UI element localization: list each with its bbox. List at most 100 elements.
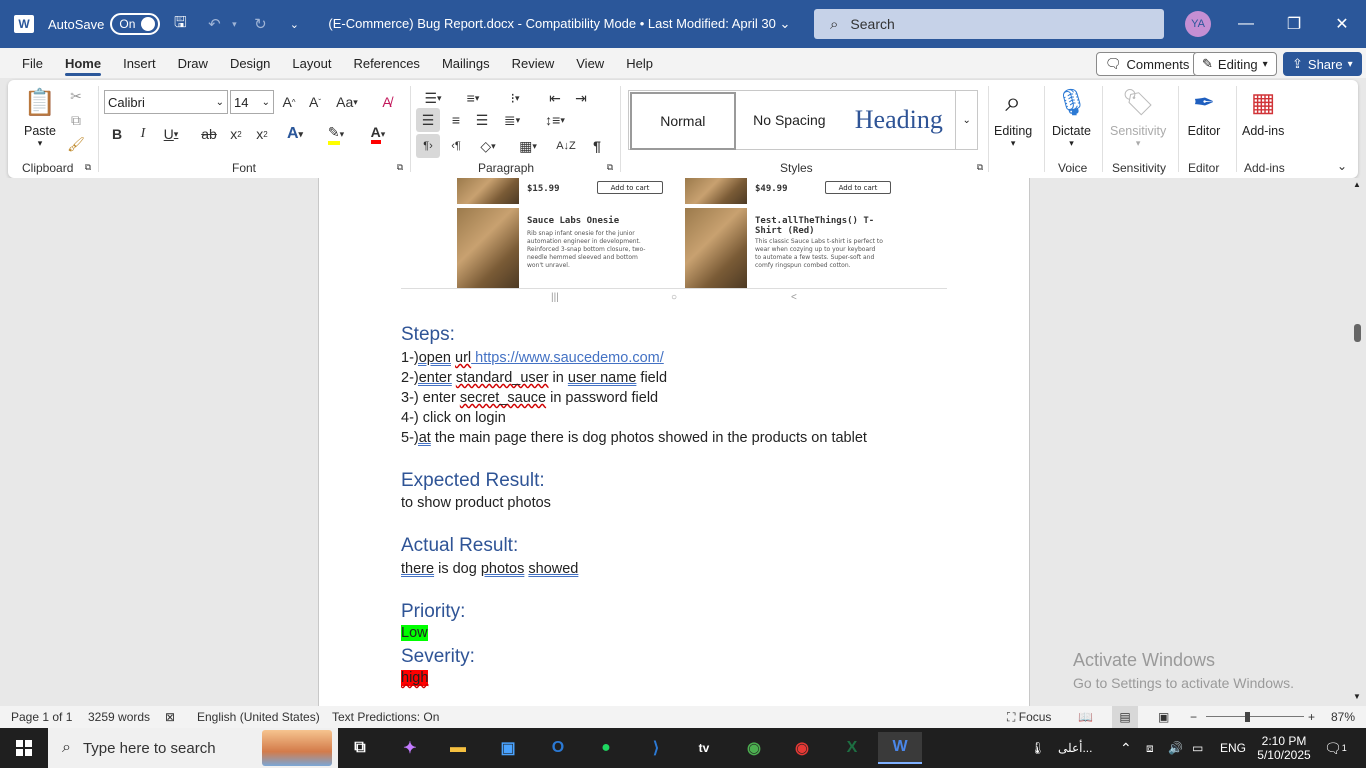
temperature-icon[interactable]: 🌡 [1030, 728, 1045, 768]
change-case-icon[interactable]: Aa ▾ [332, 90, 362, 114]
restore-icon[interactable]: ❐ [1270, 0, 1318, 48]
word-count[interactable]: 3259 words [88, 710, 150, 724]
dictate-button[interactable]: 🎙 Dictate ▾ [1052, 84, 1091, 149]
tab-mailings[interactable]: Mailings [431, 48, 501, 78]
scroll-thumb[interactable] [1354, 324, 1361, 342]
font-size-input[interactable]: 14 ⌄ [230, 90, 274, 114]
shading-icon[interactable]: ◇ ▾ [472, 134, 504, 158]
paste-button[interactable]: 📋 Paste ▾ [22, 84, 58, 149]
outlook-icon[interactable]: O [536, 732, 580, 764]
style-normal[interactable]: Normal [630, 92, 736, 150]
align-right-icon[interactable]: ☰ [470, 108, 494, 132]
dialog-launcher-icon[interactable]: ⧉ [82, 160, 94, 174]
dialog-launcher-icon[interactable]: ⧉ [974, 160, 986, 174]
customize-qat-icon[interactable]: ⌄ [280, 10, 308, 38]
volume-icon[interactable]: 🔊 [1168, 728, 1183, 768]
clear-formatting-icon[interactable]: A̸ [376, 90, 398, 114]
font-name-input[interactable]: Calibri ⌄ [104, 90, 228, 114]
undo-icon[interactable]: ↶ [200, 10, 228, 38]
text-effects-icon[interactable]: A ▾ [280, 122, 310, 146]
text-predictions[interactable]: Text Predictions: On [332, 710, 439, 724]
show-marks-icon[interactable]: ¶ [586, 134, 608, 158]
undo-dropdown-icon[interactable]: ▾ [228, 10, 240, 38]
tab-design[interactable]: Design [219, 48, 281, 78]
web-layout-icon[interactable]: ▣ [1158, 710, 1169, 724]
italic-icon[interactable]: I [134, 122, 152, 146]
shrink-font-icon[interactable]: Aˇ [304, 90, 326, 114]
url-link[interactable]: https://www.saucedemo.com/ [471, 350, 664, 366]
grow-font-icon[interactable]: A ^ [278, 90, 300, 114]
style-heading[interactable]: Heading [842, 91, 955, 149]
editing-button[interactable]: ⌕ Editing ▾ [994, 84, 1032, 149]
dialog-launcher-icon[interactable]: ⧉ [394, 160, 406, 174]
embedded-screenshot[interactable]: $15.99 Add to cart $49.99 Add to cart Sa… [401, 178, 947, 289]
sensitivity-button[interactable]: 🏷 Sensitivity ▾ [1110, 84, 1166, 149]
chrome-icon[interactable]: ◉ [732, 732, 776, 764]
spotify-icon[interactable]: ● [584, 732, 628, 764]
superscript-icon[interactable]: x2 [252, 122, 272, 146]
tab-references[interactable]: References [342, 48, 430, 78]
highlight-icon[interactable]: ✎ ▾ [320, 122, 352, 146]
excel-icon[interactable]: X [830, 732, 874, 764]
clock[interactable]: 2:10 PM 5/10/2025 [1256, 728, 1312, 768]
bullets-icon[interactable]: ☰ ▾ [416, 86, 450, 110]
styles-more-icon[interactable]: ⌄ [955, 91, 977, 149]
proofing-icon[interactable]: ⊠ [165, 710, 175, 724]
file-explorer-icon[interactable]: ▬ [436, 732, 480, 764]
zoom-level[interactable]: 87% [1331, 710, 1355, 724]
document-title[interactable]: (E-Commerce) Bug Report.docx - Compatibi… [328, 16, 790, 32]
borders-icon[interactable]: ▦ ▾ [512, 134, 544, 158]
read-mode-icon[interactable]: 📖 [1078, 710, 1093, 724]
strikethrough-icon[interactable]: ab [198, 122, 220, 146]
taskbar-search[interactable]: ⌕ Type here to search [48, 728, 338, 768]
battery-icon[interactable]: ▭ [1192, 728, 1203, 768]
tab-view[interactable]: View [565, 48, 615, 78]
multilevel-list-icon[interactable]: ⁝ ▾ [498, 86, 532, 110]
avatar[interactable]: YA [1185, 11, 1211, 37]
zoom-in-icon[interactable]: + [1308, 710, 1315, 724]
vertical-scrollbar[interactable]: ▲ ▼ [1348, 178, 1366, 706]
tab-insert[interactable]: Insert [112, 48, 167, 78]
font-color-icon[interactable]: A ▾ [362, 122, 394, 146]
network-icon[interactable]: ⧈ [1146, 728, 1154, 768]
page-count[interactable]: Page 1 of 1 [11, 710, 72, 724]
notifications-icon[interactable]: 🗨 1 [1324, 728, 1347, 768]
search-box[interactable]: ⌕ Search [814, 9, 1164, 39]
word-taskbar-icon[interactable]: W [878, 732, 922, 764]
tab-draw[interactable]: Draw [167, 48, 219, 78]
copy-icon[interactable]: ⧉ [66, 110, 86, 130]
tab-file[interactable]: File [11, 48, 54, 78]
addins-button[interactable]: ▦ Add-ins [1242, 84, 1284, 139]
bold-icon[interactable]: B [108, 122, 126, 146]
decrease-indent-icon[interactable]: ⇤ [544, 86, 566, 110]
close-icon[interactable]: ✕ [1318, 0, 1366, 48]
align-left-icon[interactable]: ☰ [416, 108, 440, 132]
format-painter-icon[interactable]: 🖌 [66, 134, 86, 154]
line-spacing-icon[interactable]: ↕≡ ▾ [538, 108, 572, 132]
scroll-up-icon[interactable]: ▲ [1353, 180, 1361, 189]
collapse-ribbon-icon[interactable]: ⌄ [1334, 158, 1350, 174]
zoom-out-icon[interactable]: − [1190, 710, 1197, 724]
tab-layout[interactable]: Layout [281, 48, 342, 78]
tab-help[interactable]: Help [615, 48, 664, 78]
justify-icon[interactable]: ≣ ▾ [496, 108, 528, 132]
store-icon[interactable]: ▣ [486, 732, 530, 764]
apple-tv-icon[interactable]: tv [682, 732, 726, 764]
tab-home[interactable]: Home [54, 48, 112, 78]
language-indicator[interactable]: ENG [1220, 728, 1246, 768]
increase-indent-icon[interactable]: ⇥ [570, 86, 592, 110]
share-button[interactable]: ⇪ Share ▾ [1283, 52, 1362, 76]
save-icon[interactable]: 🖫 [166, 10, 194, 38]
rtl-icon[interactable]: ‹¶ [444, 134, 468, 158]
copilot-icon[interactable]: ✦ [388, 732, 432, 764]
task-view-icon[interactable]: ⧉ [338, 732, 382, 764]
zoom-slider-thumb[interactable] [1245, 712, 1250, 722]
comments-button[interactable]: 🗨 Comments [1096, 52, 1199, 76]
numbering-icon[interactable]: ≡ ▾ [456, 86, 490, 110]
scroll-down-icon[interactable]: ▼ [1353, 692, 1361, 701]
document-page[interactable]: $15.99 Add to cart $49.99 Add to cart Sa… [318, 178, 1030, 706]
windows-start-icon[interactable] [0, 728, 48, 768]
align-center-icon[interactable]: ≡ [444, 108, 468, 132]
dialog-launcher-icon[interactable]: ⧉ [604, 160, 616, 174]
ltr-icon[interactable]: ¶› [416, 134, 440, 158]
